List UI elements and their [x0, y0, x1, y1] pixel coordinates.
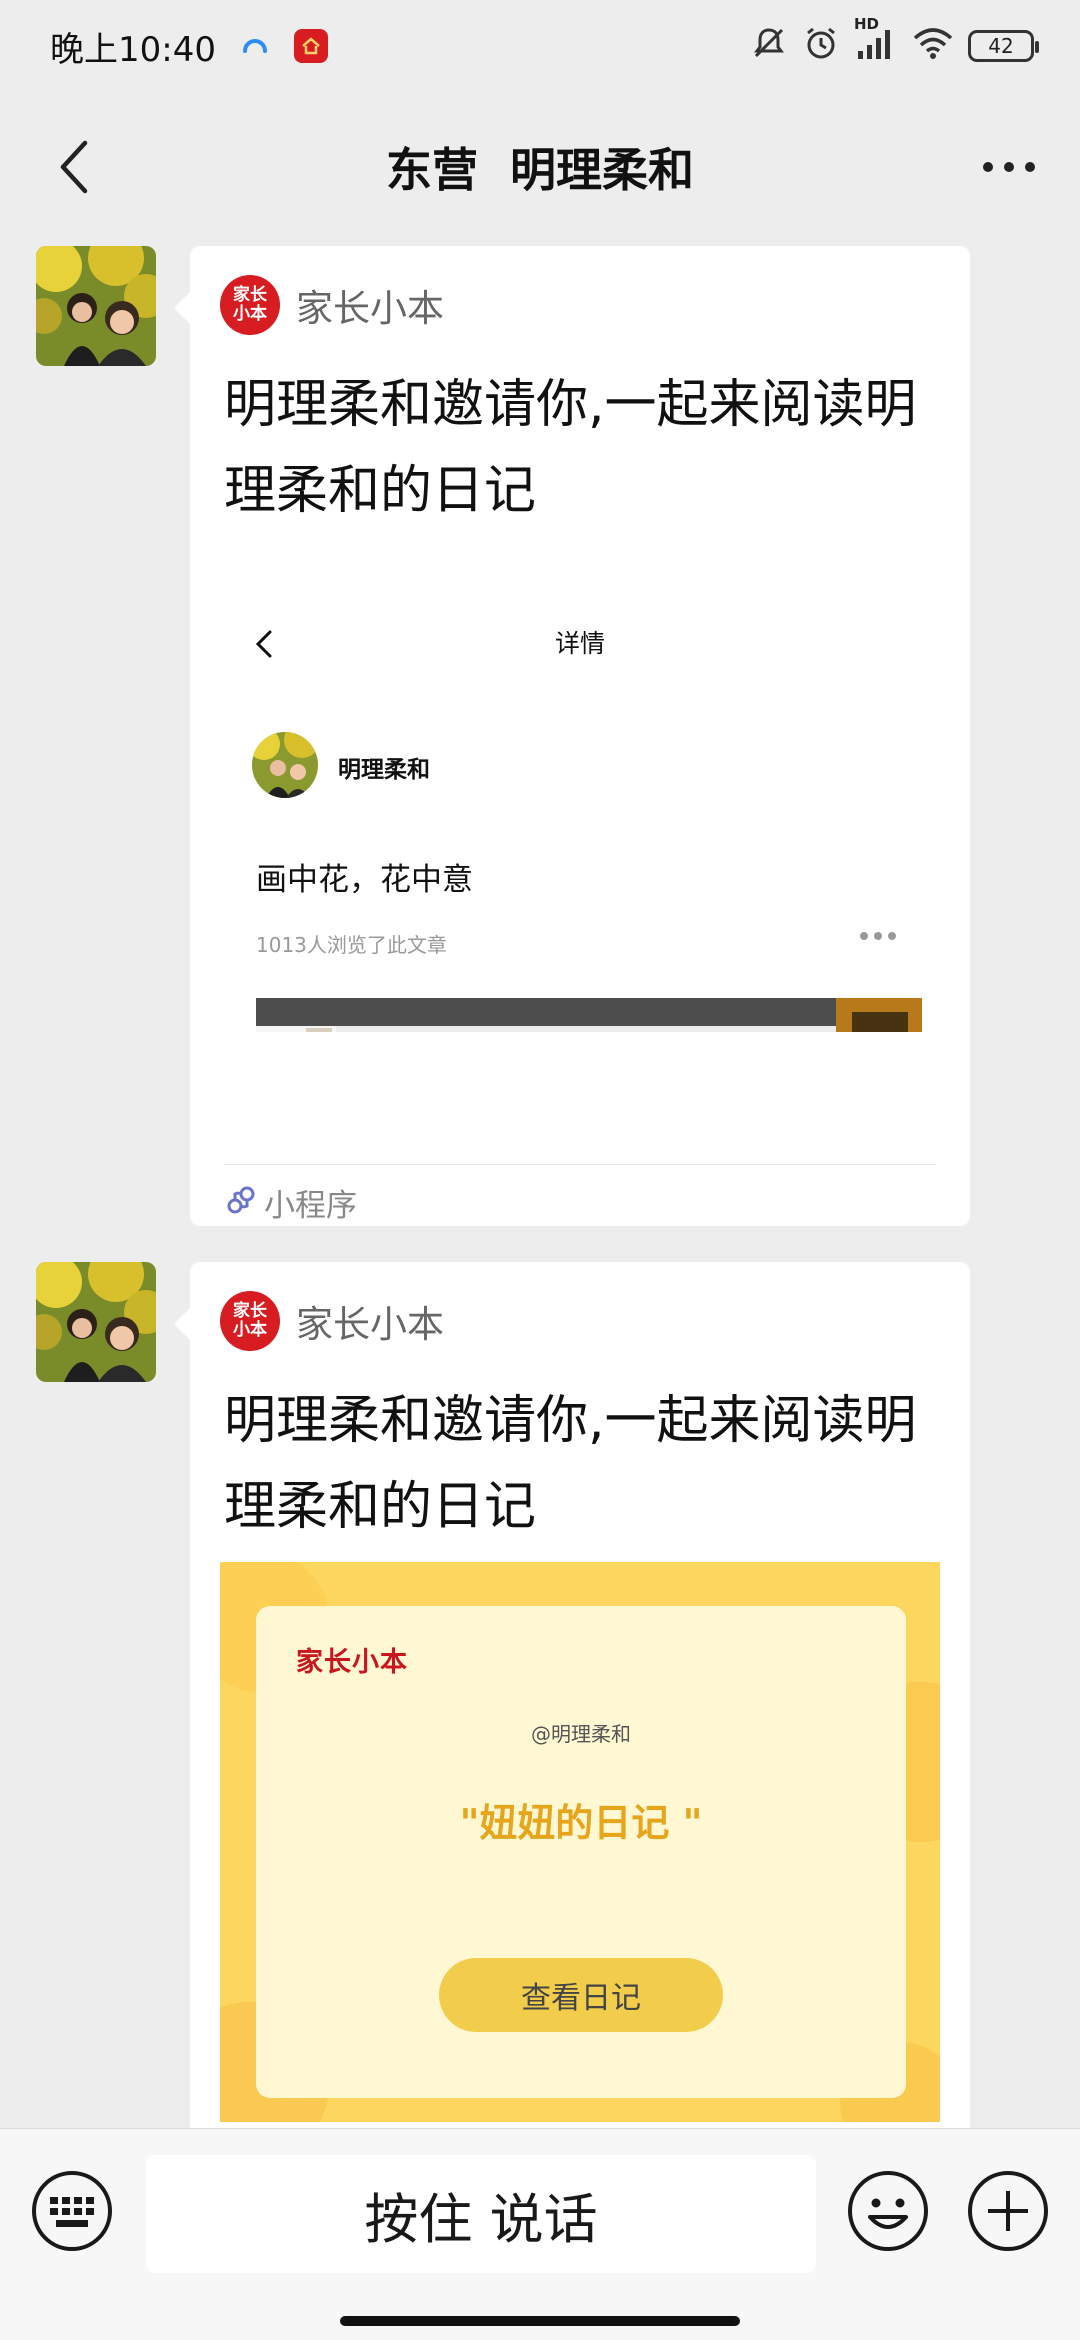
avatar[interactable]	[36, 246, 156, 366]
app-logo: 家长 小本	[220, 275, 280, 335]
status-left: 晚上10:40	[50, 22, 328, 71]
avatar[interactable]	[36, 1262, 156, 1382]
app-logo-text: 家长 小本	[233, 285, 267, 324]
back-button[interactable]	[40, 132, 110, 202]
card-title: 明理柔和邀请你,一起来阅读明理柔和的日记	[224, 375, 917, 521]
mini-program-card[interactable]: 家长 小本 家长小本 明理柔和邀请你,一起来阅读明理柔和的日记 家长小本 @明理…	[174, 1262, 970, 2162]
status-bar: 晚上10:40 HD 42	[0, 0, 1080, 92]
brand-logo: 家长小本	[296, 1647, 408, 1678]
app-name: 家长小本	[296, 287, 444, 330]
mini-program-icon	[226, 1185, 256, 1219]
battery-level: 42	[988, 34, 1014, 58]
emoji-icon[interactable]	[846, 2169, 930, 2253]
preview-avatar	[252, 732, 318, 798]
signal-icon: HD	[854, 15, 898, 67]
mini-program-tag: 小程序	[226, 1176, 357, 1228]
app-source: 家长 小本 家长小本	[220, 274, 444, 336]
divider	[224, 1164, 936, 1165]
alarm-icon	[802, 24, 840, 68]
study-app-icon	[293, 29, 328, 63]
mini-program-label: 小程序	[264, 1187, 357, 1224]
input-bar: 按住 说话	[0, 2128, 1080, 2340]
view-diary-button[interactable]: 查看日记	[439, 1958, 723, 2032]
cloud-app-icon	[238, 29, 272, 63]
app-source: 家长 小本 家长小本	[220, 1290, 444, 1352]
status-right: HD 42	[750, 15, 1039, 68]
diary-title: "妞妞的日记 "	[459, 1801, 703, 1845]
preview-author: 明理柔和	[338, 757, 430, 783]
app-logo-text: 家长 小本	[233, 1301, 267, 1340]
preview-view-count: 1013人浏览了此文章	[256, 933, 447, 957]
mute-icon	[750, 24, 788, 68]
network-type: HD	[854, 15, 880, 33]
preview-heading: 画中花，花中意	[256, 862, 473, 898]
preview-more-icon	[860, 924, 896, 948]
preview-photo	[256, 998, 922, 1032]
keyboard-icon[interactable]	[30, 2169, 114, 2253]
status-time: 晚上10:40	[50, 29, 216, 70]
diary-invite-card: 家长小本 @明理柔和 "妞妞的日记 " 查看日记	[256, 1606, 906, 2098]
card-preview: 详情 明理柔和 画中花，花中意 1013人浏览了此文章	[220, 602, 940, 1032]
plus-icon[interactable]	[966, 2169, 1050, 2253]
mini-program-card[interactable]: 家长 小本 家长小本 明理柔和邀请你,一起来阅读明理柔和的日记 详情 明理柔和 …	[174, 246, 970, 1228]
app-name: 家长小本	[296, 1303, 444, 1346]
chat-header: 东营 明理柔和	[0, 92, 1080, 242]
battery-icon: 42	[968, 30, 1039, 62]
author-handle: @明理柔和	[531, 1722, 631, 1746]
chat-title: 东营 明理柔和	[385, 143, 695, 197]
hold-to-talk-button[interactable]: 按住 说话	[146, 2155, 816, 2273]
preview-page-title: 详情	[554, 629, 605, 658]
more-options-button[interactable]	[974, 132, 1044, 202]
home-indicator[interactable]	[340, 2316, 740, 2326]
card-title: 明理柔和邀请你,一起来阅读明理柔和的日记	[224, 1391, 917, 1537]
app-logo: 家长 小本	[220, 1291, 280, 1351]
card-preview: 家长小本 @明理柔和 "妞妞的日记 " 查看日记	[220, 1562, 940, 2122]
wifi-icon	[912, 25, 954, 67]
